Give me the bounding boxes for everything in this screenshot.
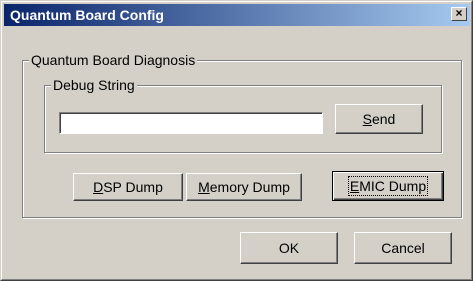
dsp-dump-label: DSP Dump — [93, 179, 163, 195]
close-icon: × — [455, 6, 463, 20]
memory-dump-button[interactable]: Memory Dump — [186, 173, 302, 201]
diagnosis-group-label: Quantum Board Diagnosis — [29, 52, 198, 68]
dialog-window: Quantum Board Config × Quantum Board Dia… — [0, 0, 473, 281]
close-button[interactable]: × — [451, 7, 467, 21]
debug-string-groupbox: Debug String Send — [44, 77, 442, 153]
ok-label: OK — [278, 240, 300, 256]
title-bar[interactable]: Quantum Board Config × — [4, 4, 470, 26]
emic-dump-button[interactable]: EMIC Dump — [332, 171, 444, 201]
window-frame: Quantum Board Config × Quantum Board Dia… — [1, 1, 472, 280]
cancel-label: Cancel — [381, 240, 425, 256]
memory-dump-label: Memory Dump — [198, 179, 290, 195]
emic-dump-label: EMIC Dump — [347, 176, 429, 196]
debug-string-input[interactable] — [59, 112, 323, 134]
cancel-button[interactable]: Cancel — [354, 232, 452, 264]
ok-button[interactable]: OK — [240, 232, 338, 264]
dsp-dump-button[interactable]: DSP Dump — [73, 173, 183, 201]
send-button[interactable]: Send — [335, 104, 423, 134]
debug-string-label: Debug String — [51, 77, 137, 93]
diagnosis-groupbox: Quantum Board Diagnosis Debug String Sen… — [22, 52, 462, 218]
window-title: Quantum Board Config — [10, 7, 164, 23]
send-button-label: Send — [362, 111, 396, 127]
